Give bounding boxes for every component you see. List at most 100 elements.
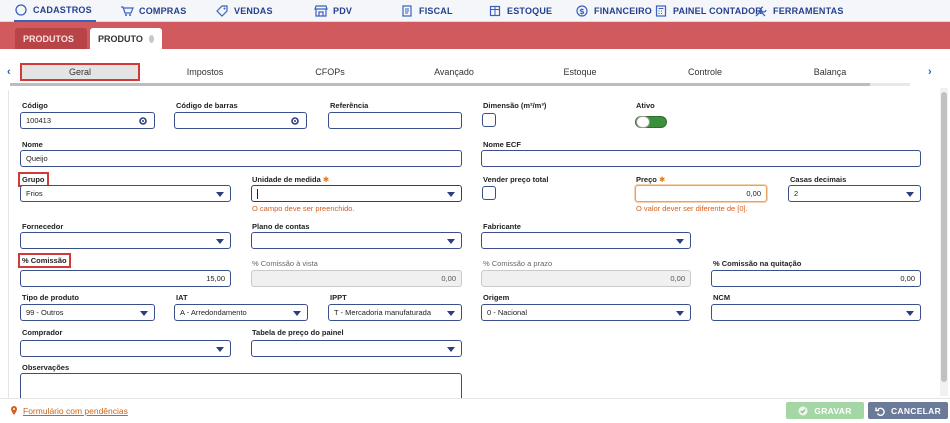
codigo-value: 100413 [26,116,52,125]
svg-text:$: $ [579,7,585,16]
comissao-field[interactable]: 15,00 [20,270,231,287]
iat-select[interactable]: A - Arredondamento [174,304,308,321]
chevron-down-icon [447,311,455,316]
origem-select[interactable]: 0 - Nacional [481,304,691,321]
tag-icon [215,4,229,18]
chevron-down-icon [447,347,455,352]
grupo-select[interactable]: Frios [20,185,231,202]
tipo-produto-value: 99 - Outros [26,308,64,317]
fabricante-select[interactable] [481,232,691,249]
tab-avancado[interactable]: Avançado [414,63,494,81]
codigo-barras-field[interactable] [174,112,307,129]
vender-preco-total-label: Vender preço total [483,175,549,184]
ippt-select[interactable]: T - Mercadoria manufaturada [328,304,462,321]
chevron-down-icon [906,192,914,197]
tab-label: PRODUTO [98,33,143,44]
gear-icon[interactable] [138,116,148,126]
text-cursor [257,188,258,199]
nav-item-fiscal[interactable]: FISCAL [400,0,453,22]
preco-label-text: Preço [636,175,657,184]
plano-contas-select[interactable] [251,232,462,249]
form-scrollbar-thumb[interactable] [941,92,947,382]
chevron-right-icon[interactable]: › [928,66,932,78]
vender-preco-total-checkbox[interactable] [482,186,496,200]
undo-icon [875,407,885,416]
tab-estoque[interactable]: Estoque [540,63,620,81]
box-icon [488,4,502,18]
required-icon: ✱ [322,175,330,184]
tab-produtos[interactable]: PRODUTOS [15,28,87,49]
chevron-down-icon [216,239,224,244]
tab-impostos[interactable]: Impostos [165,63,245,81]
nav-item-ferramentas[interactable]: FERRAMENTAS [754,0,844,22]
ncm-label: NCM [713,293,731,302]
gear-icon[interactable] [290,116,300,126]
dimensao-label: Dimensão (m²/m³) [483,101,547,110]
casas-decimais-label: Casas decimais [790,175,847,184]
ippt-value: T - Mercadoria manufaturada [334,308,431,317]
chevron-down-icon [676,239,684,244]
tipo-produto-label: Tipo de produto [22,293,79,302]
cart-icon [120,4,134,18]
preco-field[interactable]: 0,00 [635,185,767,202]
nome-ecf-label: Nome ECF [483,140,521,149]
preco-error: O valor dever ser diferente de [0]. [636,204,748,213]
tabela-preco-label: Tabela de preço do painel [252,328,344,337]
comissao-quitacao-label: % Comissão na quitação [713,259,802,268]
tab-controle[interactable]: Controle [665,63,745,81]
tabela-preco-select[interactable] [251,340,462,357]
chevron-down-icon [447,239,455,244]
ncm-select[interactable] [711,304,921,321]
pendencias-link[interactable]: Formulário com pendências [10,406,128,416]
dollar-icon: $ [575,4,589,18]
nome-label: Nome [22,140,43,149]
tab-geral[interactable]: Geral [20,63,140,81]
ativo-toggle[interactable] [635,116,667,128]
fornecedor-select[interactable] [20,232,231,249]
tabs-scrollbar-thumb[interactable] [10,83,870,86]
tab-produto[interactable]: PRODUTO [90,28,162,49]
comprador-label: Comprador [22,328,63,337]
origem-label: Origem [483,293,510,302]
tab-balanca[interactable]: Balança [790,63,870,81]
comissao-value: 15,00 [206,274,225,283]
casas-decimais-select[interactable]: 2 [788,185,921,202]
nome-field[interactable]: Queijo [20,150,462,167]
check-circle-icon [798,406,808,415]
nav-item-cadastros[interactable]: CADASTROS [14,0,96,22]
calculator-icon [654,4,668,18]
tools-icon [754,4,768,18]
nav-item-painel-contador[interactable]: PAINEL CONTADOR [654,0,762,22]
codigo-field[interactable]: 100413 [20,112,155,129]
chevron-down-icon [676,311,684,316]
chevron-down-icon [216,192,224,197]
nome-ecf-field[interactable] [481,150,921,167]
unidade-label: Unidade de medida ✱ [252,175,329,184]
tab-label: PRODUTOS [23,33,74,44]
cancel-button[interactable]: CANCELAR [868,402,948,419]
referencia-field[interactable] [328,112,462,129]
close-icon[interactable] [148,34,154,43]
origem-value: 0 - Nacional [487,308,528,317]
cancel-label: CANCELAR [890,405,942,416]
comissao-quitacao-field[interactable]: 0,00 [711,270,921,287]
save-button[interactable]: GRAVAR [786,402,864,419]
dimensao-checkbox[interactable] [482,113,496,127]
chevron-left-icon[interactable]: ‹ [7,66,11,78]
fornecedor-label: Fornecedor [22,222,64,231]
unidade-select[interactable] [251,185,462,202]
store-icon [314,4,328,18]
nav-item-pdv[interactable]: PDV [314,0,352,22]
nav-item-vendas[interactable]: VENDAS [215,0,273,22]
codigo-label: Código [22,101,48,110]
comprador-select[interactable] [20,340,231,357]
tipo-produto-select[interactable]: 99 - Outros [20,304,155,321]
codigo-barras-label: Código de barras [176,101,238,110]
nav-item-compras[interactable]: COMPRAS [120,0,186,22]
circle-icon [14,3,28,17]
nav-item-financeiro[interactable]: $ FINANCEIRO [575,0,652,22]
nav-label: VENDAS [234,6,273,16]
tab-cfops[interactable]: CFOPs [290,63,370,81]
observacoes-label: Observações [22,363,70,372]
nav-item-estoque[interactable]: ESTOQUE [488,0,552,22]
